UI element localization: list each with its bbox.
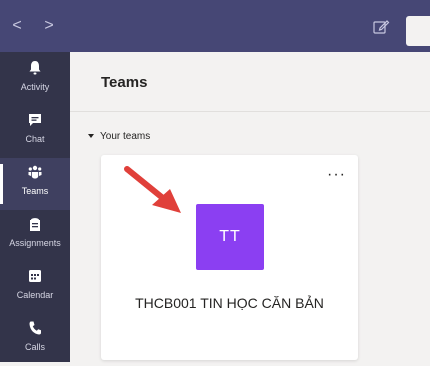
section-label: Your teams xyxy=(100,131,151,142)
app-bar: Activity Chat Teams Assignments Calendar… xyxy=(0,52,70,362)
rail-item-calendar[interactable]: Calendar xyxy=(0,262,70,314)
chevron-left-icon[interactable]: < xyxy=(10,18,24,34)
chevron-right-icon[interactable]: > xyxy=(42,18,56,34)
rail-item-label: Calendar xyxy=(16,290,54,300)
rail-item-assignments[interactable]: Assignments xyxy=(0,210,70,262)
rail-item-chat[interactable]: Chat xyxy=(0,106,70,158)
rail-item-label: Teams xyxy=(21,186,49,196)
red-arrow-annotation xyxy=(124,166,181,213)
rail-item-label: Assignments xyxy=(9,238,61,248)
page-header: Teams xyxy=(70,52,430,112)
team-avatar: TT xyxy=(196,204,264,270)
caret-down-icon xyxy=(88,134,94,138)
compose-icon[interactable] xyxy=(372,18,390,36)
active-indicator xyxy=(0,164,3,204)
rail-item-activity[interactable]: Activity xyxy=(0,54,70,106)
search-input[interactable] xyxy=(406,16,430,46)
rail-item-label: Activity xyxy=(20,82,50,92)
page-title: Teams xyxy=(101,74,148,91)
rail-item-label: Chat xyxy=(25,134,45,144)
more-options-icon[interactable]: ··· xyxy=(327,167,346,183)
top-bar: < > xyxy=(0,0,430,52)
rail-item-calls[interactable]: Calls xyxy=(0,314,70,366)
rail-item-label: Calls xyxy=(24,342,45,352)
rail-item-teams[interactable]: Teams xyxy=(0,158,70,210)
team-avatar-initials: TT xyxy=(219,228,241,245)
team-name[interactable]: THCB001 TIN HỌC CĂN BẢN xyxy=(101,295,358,311)
